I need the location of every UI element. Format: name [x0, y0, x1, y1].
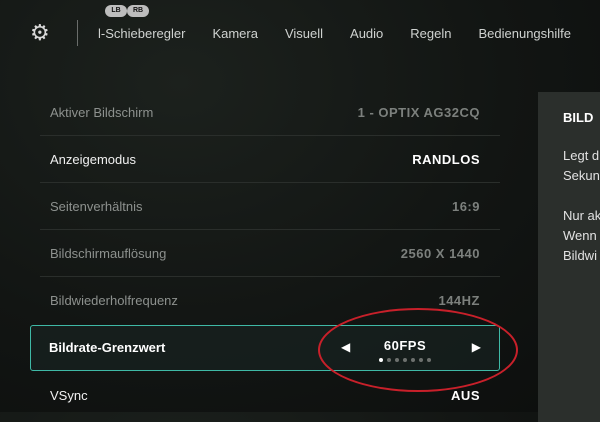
row-divider: [40, 276, 500, 277]
setting-value: AUS: [451, 388, 480, 403]
setting-label: Bildschirmauflösung: [50, 246, 167, 261]
tab-audio[interactable]: Audio: [350, 26, 383, 41]
arrow-right-icon[interactable]: ▶: [472, 340, 481, 354]
setting-label: Bildwiederholfrequenz: [50, 293, 178, 308]
tab-bar: l-Schieberegler Kamera Visuell Audio Reg…: [98, 26, 598, 41]
setting-value: 144HZ: [438, 293, 480, 308]
divider: [77, 20, 78, 46]
option-dot: [387, 358, 391, 362]
row-divider: [40, 229, 500, 230]
lb-button-hint: LB: [105, 5, 127, 17]
tab-visuell[interactable]: Visuell: [285, 26, 323, 41]
option-dot: [403, 358, 407, 362]
tab-kamera[interactable]: Kamera: [212, 26, 258, 41]
setting-label: Bildrate-Grenzwert: [49, 340, 166, 355]
row-divider: [40, 135, 500, 136]
panel-text: Sekun: [563, 168, 600, 183]
setting-value: 2560 X 1440: [400, 246, 480, 261]
panel-text: Nur ak: [563, 208, 600, 223]
setting-value: 60FPS: [383, 338, 427, 353]
option-dot-active: [379, 358, 383, 362]
description-panel: BILD Legt d Sekun Nur ak Wenn Bildwi: [538, 92, 600, 422]
panel-text: Legt d: [563, 148, 600, 163]
setting-vsync[interactable]: VSync AUS: [40, 373, 500, 419]
setting-value: RANDLOS: [412, 152, 480, 167]
option-dot: [427, 358, 431, 362]
setting-label: Seitenverhältnis: [50, 199, 143, 214]
setting-label: Aktiver Bildschirm: [50, 105, 154, 120]
framerate-selector[interactable]: ◀ 60FPS ▶: [325, 326, 485, 370]
tab-schieberegler[interactable]: l-Schieberegler: [98, 26, 185, 41]
setting-aspect-ratio[interactable]: Seitenverhältnis 16:9: [40, 184, 500, 230]
setting-resolution[interactable]: Bildschirmauflösung 2560 X 1440: [40, 231, 500, 277]
setting-label: VSync: [50, 388, 88, 403]
option-dot: [395, 358, 399, 362]
panel-title: BILD: [563, 110, 594, 125]
setting-display-mode[interactable]: Anzeigemodus RANDLOS: [40, 137, 500, 183]
panel-text: Bildwi: [563, 248, 597, 263]
setting-active-screen[interactable]: Aktiver Bildschirm 1 - OPTIX AG32CQ: [40, 90, 500, 136]
row-divider: [40, 182, 500, 183]
rb-button-hint: RB: [127, 5, 149, 17]
tab-regeln[interactable]: Regeln: [410, 26, 451, 41]
setting-framerate-limit[interactable]: Bildrate-Grenzwert ◀ 60FPS ▶: [30, 325, 500, 371]
setting-value: 16:9: [451, 199, 480, 214]
option-indicator: [325, 358, 485, 362]
option-dot: [419, 358, 423, 362]
top-bar: ⚙ LB RB l-Schieberegler Kamera Visuell A…: [0, 0, 600, 68]
option-dot: [411, 358, 415, 362]
setting-refresh-rate[interactable]: Bildwiederholfrequenz 144HZ: [40, 278, 500, 324]
tab-bedienungshilfe[interactable]: Bedienungshilfe: [478, 26, 571, 41]
setting-label: Anzeigemodus: [50, 152, 136, 167]
setting-value: 1 - OPTIX AG32CQ: [357, 105, 480, 120]
gear-icon[interactable]: ⚙: [30, 22, 52, 44]
panel-text: Wenn: [563, 228, 597, 243]
